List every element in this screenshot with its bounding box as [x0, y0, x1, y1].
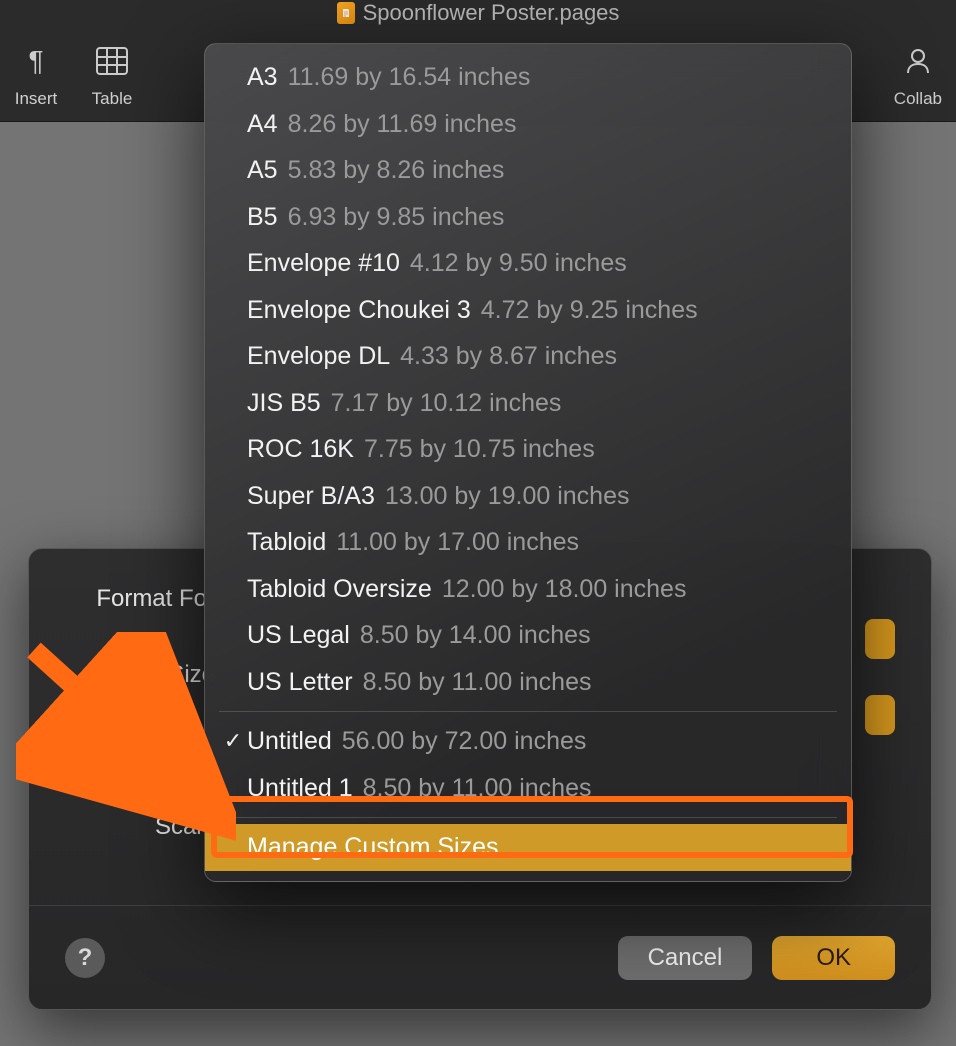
- insert-label: Insert: [15, 89, 58, 109]
- cancel-button[interactable]: Cancel: [618, 936, 753, 980]
- menu-item-name: US Letter: [247, 666, 353, 699]
- menu-item-dims: 4.72 by 9.25 inches: [481, 294, 698, 327]
- menu-item-name: ROC 16K: [247, 433, 354, 466]
- insert-button[interactable]: ¶ Insert: [14, 39, 58, 109]
- document-icon: [337, 2, 355, 24]
- menu-item[interactable]: Envelope Choukei 3 4.72 by 9.25 inches: [205, 287, 851, 334]
- window-title: Spoonflower Poster.pages: [363, 0, 620, 26]
- orientation-label: Orientation: [65, 737, 215, 765]
- menu-item-name: Tabloid Oversize: [247, 573, 432, 606]
- menu-item-name: Manage Custom Sizes…: [247, 831, 524, 864]
- menu-item-name: Envelope #10: [247, 247, 400, 280]
- collab-button[interactable]: Collab: [894, 39, 942, 109]
- menu-item-name: A3: [247, 61, 278, 94]
- ok-button[interactable]: OK: [772, 936, 895, 980]
- paper-size-label: Paper Size: [65, 661, 215, 689]
- menu-separator: [219, 817, 837, 818]
- menu-item-dims: 8.50 by 11.00 inches: [363, 666, 592, 699]
- menu-item[interactable]: Tabloid Oversize 12.00 by 18.00 inches: [205, 566, 851, 613]
- menu-separator: [219, 711, 837, 712]
- checkmark-icon: ✓: [219, 727, 247, 756]
- menu-item[interactable]: A4 8.26 by 11.69 inches: [205, 101, 851, 148]
- menu-item-dims: 11.00 by 17.00 inches: [336, 526, 579, 559]
- menu-item[interactable]: A5 5.83 by 8.26 inches: [205, 147, 851, 194]
- paper-size-menu: A3 11.69 by 16.54 inches A4 8.26 by 11.69 i…: [204, 43, 852, 882]
- table-icon: [90, 39, 134, 83]
- menu-item-manage-custom-sizes[interactable]: Manage Custom Sizes…: [205, 824, 851, 871]
- menu-item-dims: 4.33 by 8.67 inches: [400, 340, 617, 373]
- menu-item[interactable]: JIS B5 7.17 by 10.12 inches: [205, 380, 851, 427]
- table-label: Table: [92, 89, 133, 109]
- menu-item-dims: 13.00 by 19.00 inches: [385, 480, 630, 513]
- table-button[interactable]: Table: [90, 39, 134, 109]
- menu-item-dims: 7.17 by 10.12 inches: [331, 387, 562, 420]
- scale-label: Scale: [65, 813, 215, 841]
- menu-item-name: A4: [247, 108, 278, 141]
- format-for-popup[interactable]: [865, 619, 895, 659]
- menu-item-name: Super B/A3: [247, 480, 375, 513]
- menu-item-dims: 56.00 by 72.00 inches: [342, 725, 587, 758]
- menu-item[interactable]: Untitled 1 8.50 by 11.00 inches: [205, 765, 851, 812]
- menu-item-dims: 6.93 by 9.85 inches: [288, 201, 505, 234]
- menu-item-dims: 8.50 by 14.00 inches: [360, 619, 591, 652]
- menu-item[interactable]: US Legal 8.50 by 14.00 inches: [205, 612, 851, 659]
- menu-item[interactable]: Tabloid 11.00 by 17.00 inches: [205, 519, 851, 566]
- menu-item[interactable]: Super B/A3 13.00 by 19.00 inches: [205, 473, 851, 520]
- menu-item-name: US Legal: [247, 619, 350, 652]
- menu-item-name: Envelope Choukei 3: [247, 294, 471, 327]
- menu-item-dims: 4.12 by 9.50 inches: [410, 247, 627, 280]
- paragraph-icon: ¶: [14, 39, 58, 83]
- menu-item-dims: 8.50 by 11.00 inches: [363, 772, 592, 805]
- menu-item-name: JIS B5: [247, 387, 321, 420]
- menu-item[interactable]: ✓Untitled 56.00 by 72.00 inches: [205, 718, 851, 765]
- menu-item-name: Envelope DL: [247, 340, 390, 373]
- menu-item-name: Untitled 1: [247, 772, 353, 805]
- menu-item-dims: 8.26 by 11.69 inches: [288, 108, 517, 141]
- window-title-bar: Spoonflower Poster.pages: [0, 0, 956, 26]
- format-for-label: Format For: [65, 585, 215, 613]
- menu-item-dims: 11.69 by 16.54 inches: [288, 61, 531, 94]
- collab-label: Collab: [894, 89, 942, 109]
- menu-item[interactable]: US Letter 8.50 by 11.00 inches: [205, 659, 851, 706]
- menu-item-dims: 5.83 by 8.26 inches: [288, 154, 505, 187]
- menu-item-name: B5: [247, 201, 278, 234]
- menu-item-dims: 7.75 by 10.75 inches: [364, 433, 595, 466]
- menu-item-name: A5: [247, 154, 278, 187]
- menu-item[interactable]: ROC 16K 7.75 by 10.75 inches: [205, 426, 851, 473]
- menu-item[interactable]: B5 6.93 by 9.85 inches: [205, 194, 851, 241]
- menu-item-dims: 12.00 by 18.00 inches: [442, 573, 687, 606]
- paper-size-popup[interactable]: [865, 695, 895, 735]
- menu-item[interactable]: Envelope #10 4.12 by 9.50 inches: [205, 240, 851, 287]
- menu-item-name: Tabloid: [247, 526, 326, 559]
- collaborate-icon: [896, 39, 940, 83]
- menu-item-name: Untitled: [247, 725, 332, 758]
- menu-item[interactable]: Envelope DL 4.33 by 8.67 inches: [205, 333, 851, 380]
- menu-item[interactable]: A3 11.69 by 16.54 inches: [205, 54, 851, 101]
- help-button[interactable]: ?: [65, 938, 105, 978]
- dialog-footer: ? Cancel OK: [29, 905, 931, 1009]
